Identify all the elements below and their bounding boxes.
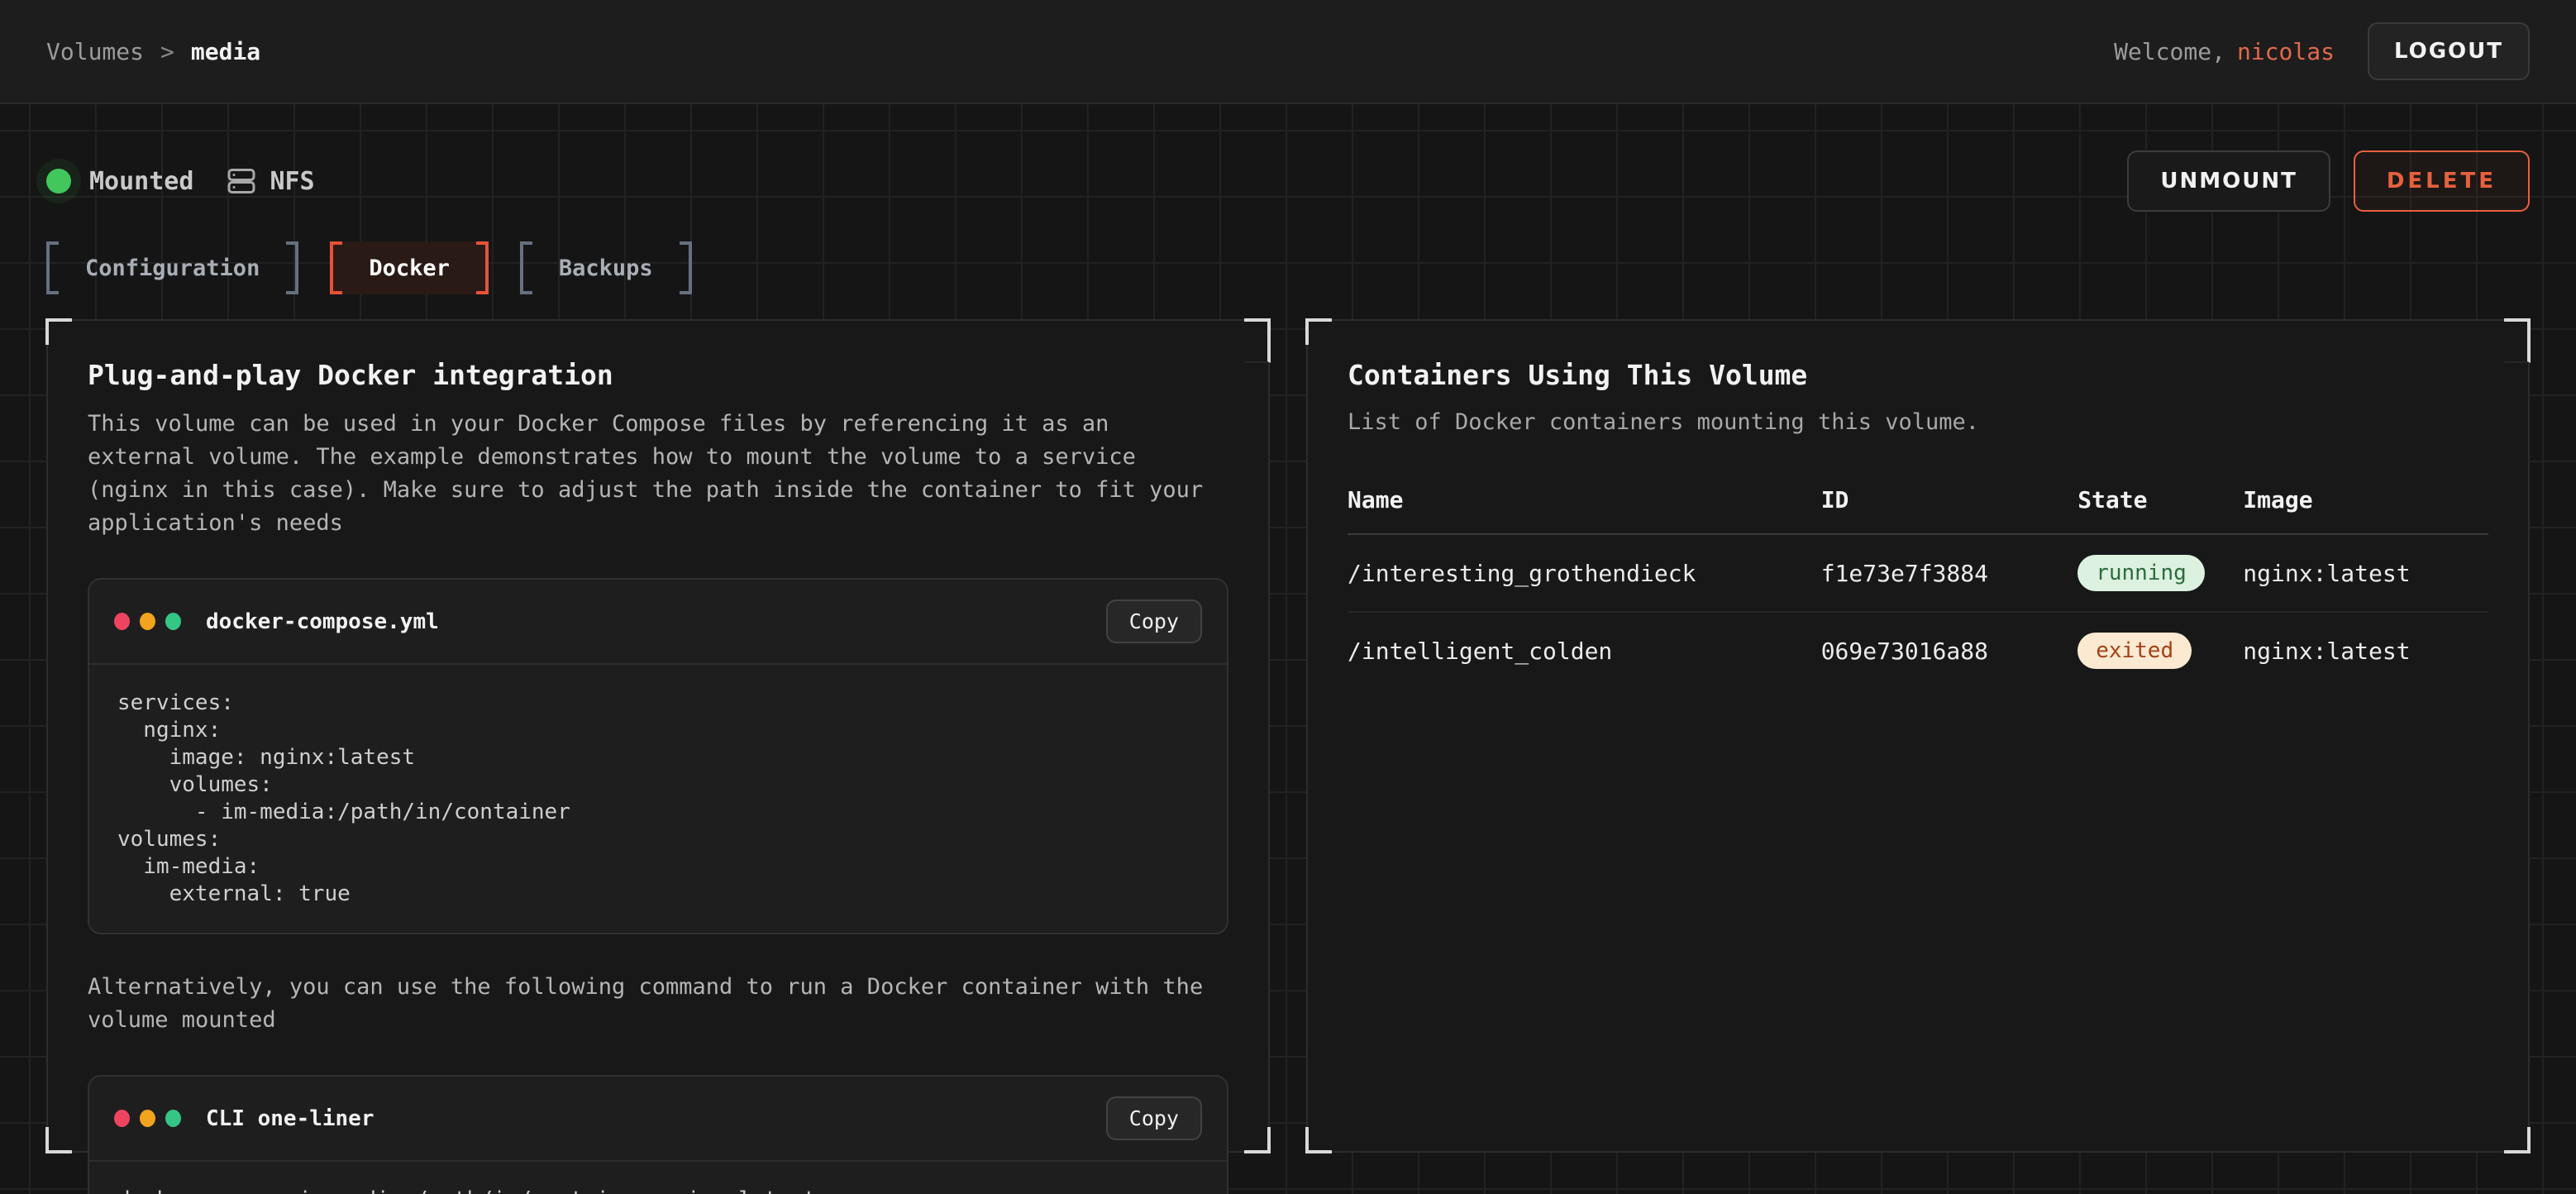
- amber-dot-icon: [140, 613, 155, 630]
- traffic-lights: [114, 1110, 181, 1127]
- corner-bracket-icon: [1305, 1127, 1332, 1153]
- container-row: /intelligent_colden 069e73016a88 exited …: [1348, 613, 2488, 689]
- logout-button[interactable]: LOGOUT: [2368, 22, 2530, 80]
- welcome-text: Welcome, nicolas: [2114, 38, 2335, 65]
- column-header-image: Image: [2243, 486, 2488, 513]
- cli-filename: CLI one-liner: [206, 1106, 374, 1131]
- container-image: nginx:latest: [2243, 638, 2488, 665]
- chevron-right-icon: >: [160, 38, 174, 65]
- containers-table-header: Name ID State Image: [1348, 486, 2488, 535]
- corner-bracket-icon: [45, 318, 72, 345]
- corner-bracket-icon: [45, 1127, 72, 1153]
- green-dot-icon: [165, 1110, 181, 1127]
- volume-status: Mounted NFS: [46, 166, 315, 196]
- containers-panel-title: Containers Using This Volume: [1348, 359, 2488, 391]
- docker-integration-panel: Plug-and-play Docker integration This vo…: [46, 319, 1270, 1153]
- container-id: 069e73016a88: [1821, 638, 2078, 665]
- red-dot-icon: [114, 1110, 130, 1127]
- unmount-button[interactable]: UNMOUNT: [2127, 150, 2330, 212]
- volume-actions: UNMOUNT DELETE: [2127, 150, 2530, 212]
- cli-code-header: CLI one-liner Copy: [89, 1077, 1227, 1162]
- welcome-prefix: Welcome,: [2114, 38, 2225, 65]
- corner-bracket-icon: [2504, 1127, 2531, 1153]
- delete-button[interactable]: DELETE: [2354, 150, 2530, 212]
- container-name: /interesting_grothendieck: [1348, 560, 1821, 587]
- tab-backups[interactable]: Backups: [520, 241, 692, 294]
- mounted-status-dot-icon: [46, 169, 71, 193]
- tab-bar: Configuration Docker Backups: [0, 212, 2576, 294]
- corner-bracket-icon: [1244, 318, 1271, 363]
- topbar: Volumes > media Welcome, nicolas LOGOUT: [0, 0, 2576, 104]
- containers-panel-subtitle: List of Docker containers mounting this …: [1348, 409, 2488, 435]
- state-badge: exited: [2077, 633, 2192, 669]
- cli-intro-text: Alternatively, you can use the following…: [88, 971, 1228, 1037]
- column-header-id: ID: [1821, 486, 2078, 513]
- breadcrumb-current-volume: media: [191, 38, 260, 65]
- breadcrumb-volumes-link[interactable]: Volumes: [46, 38, 144, 65]
- bracket-right-icon: [476, 241, 489, 294]
- bracket-right-icon: [680, 241, 692, 294]
- tab-configuration[interactable]: Configuration: [46, 241, 298, 294]
- topbar-right: Welcome, nicolas LOGOUT: [2114, 22, 2530, 80]
- docker-panel-description: This volume can be used in your Docker C…: [88, 408, 1228, 540]
- bracket-left-icon: [520, 241, 532, 294]
- breadcrumb: Volumes > media: [46, 38, 260, 65]
- amber-dot-icon: [140, 1110, 155, 1127]
- containers-table: Name ID State Image /interesting_grothen…: [1348, 486, 2488, 689]
- copy-compose-button[interactable]: Copy: [1106, 599, 1202, 643]
- container-name: /intelligent_colden: [1348, 638, 1821, 665]
- cli-code-body: docker run -v im-media:/path/in/containe…: [89, 1162, 1227, 1194]
- traffic-lights: [114, 613, 181, 630]
- server-icon: [227, 166, 256, 196]
- panels-container: Plug-and-play Docker integration This vo…: [0, 294, 2576, 1153]
- state-badge: running: [2077, 555, 2205, 591]
- copy-cli-button[interactable]: Copy: [1106, 1096, 1202, 1140]
- corner-bracket-icon: [1305, 318, 1332, 345]
- volume-status-row: Mounted NFS UNMOUNT DELETE: [0, 104, 2576, 212]
- mounted-status-label: Mounted: [89, 167, 193, 196]
- filesystem-type-label: NFS: [270, 167, 314, 196]
- compose-filename: docker-compose.yml: [206, 609, 439, 634]
- container-id: f1e73e7f3884: [1821, 560, 2078, 587]
- bracket-left-icon: [330, 241, 342, 294]
- cli-code-block: CLI one-liner Copy docker run -v im-medi…: [88, 1075, 1228, 1194]
- main-content: Mounted NFS UNMOUNT DELETE Configuration…: [0, 104, 2576, 1194]
- bracket-right-icon: [286, 241, 298, 294]
- compose-code-body: services: nginx: image: nginx:latest vol…: [89, 665, 1227, 933]
- container-state-cell: running: [2077, 555, 2243, 591]
- containers-panel: Containers Using This Volume List of Doc…: [1306, 319, 2530, 1153]
- red-dot-icon: [114, 613, 130, 630]
- container-row: /interesting_grothendieck f1e73e7f3884 r…: [1348, 535, 2488, 613]
- column-header-name: Name: [1348, 486, 1821, 513]
- docker-panel-title: Plug-and-play Docker integration: [88, 359, 1228, 391]
- column-header-state: State: [2077, 486, 2243, 513]
- container-state-cell: exited: [2077, 633, 2243, 669]
- bracket-left-icon: [46, 241, 59, 294]
- compose-code-header: docker-compose.yml Copy: [89, 580, 1227, 665]
- compose-code-block: docker-compose.yml Copy services: nginx:…: [88, 578, 1228, 934]
- corner-bracket-icon: [1244, 1127, 1271, 1153]
- corner-bracket-icon: [2504, 318, 2531, 363]
- container-image: nginx:latest: [2243, 560, 2488, 587]
- green-dot-icon: [165, 613, 181, 630]
- tab-docker[interactable]: Docker: [330, 241, 489, 294]
- username: nicolas: [2237, 38, 2335, 65]
